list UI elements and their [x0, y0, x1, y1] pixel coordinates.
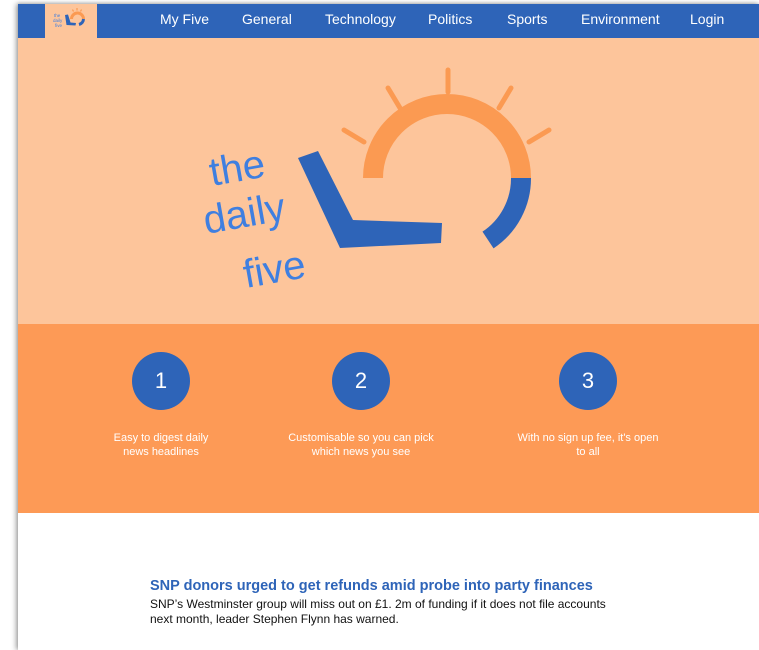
- nav-item-environment[interactable]: Environment: [581, 4, 660, 38]
- nav-item-technology[interactable]: Technology: [325, 4, 396, 38]
- page: the daily five My Five General Technolog…: [18, 4, 759, 650]
- sun-five-logo-icon: the daily five: [200, 67, 552, 297]
- nav-item-politics[interactable]: Politics: [428, 4, 472, 38]
- feature-text-3: With no sign up fee, it's open to all: [517, 432, 659, 458]
- feature-number-2: 2: [332, 352, 390, 410]
- nav-item-my-five[interactable]: My Five: [160, 4, 209, 38]
- news-article[interactable]: SNP donors urged to get refunds amid pro…: [150, 577, 620, 627]
- logo-word-five: five: [240, 243, 309, 297]
- nav-item-general[interactable]: General: [242, 4, 292, 38]
- article-title[interactable]: SNP donors urged to get refunds amid pro…: [150, 577, 620, 595]
- sun-ray: [496, 85, 514, 111]
- nav-logo-link[interactable]: the daily five: [45, 4, 97, 38]
- hero-banner: the daily five: [18, 38, 759, 324]
- article-summary: SNP’s Westminster group will miss out on…: [150, 597, 606, 626]
- sun-arc-bottom: [482, 177, 532, 249]
- sun-ray: [385, 85, 403, 111]
- sun-arc-top: [363, 94, 531, 179]
- nav-item-sports[interactable]: Sports: [507, 4, 547, 38]
- nav-item-login[interactable]: Login: [690, 4, 724, 38]
- sun-ray: [526, 127, 552, 145]
- features-section: 1 Easy to digest daily news headlines 2 …: [18, 324, 759, 513]
- feature-text-2: Customisable so you can pick which news …: [288, 432, 434, 458]
- feature-number-1: 1: [132, 352, 190, 410]
- top-navigation: the daily five My Five General Technolog…: [18, 4, 759, 38]
- sun-ray: [341, 127, 367, 145]
- daily-five-logo-icon: the daily five: [53, 8, 85, 28]
- feature-number-3: 3: [559, 352, 617, 410]
- feature-text-1: Easy to digest daily news headlines: [113, 432, 209, 458]
- nav-logo-word-five: five: [55, 23, 63, 28]
- logo-word-the: the: [206, 142, 268, 195]
